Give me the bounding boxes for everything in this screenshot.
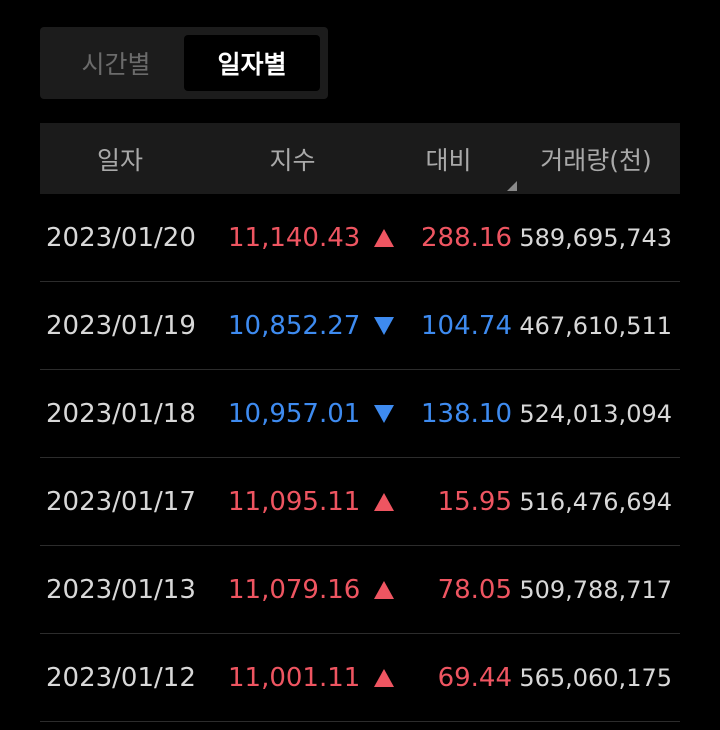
row-change: 288.16 — [421, 222, 512, 253]
row-change: 15.95 — [437, 486, 512, 517]
row-index-value: 11,095.11 — [228, 486, 361, 517]
row-volume: 589,695,743 — [519, 223, 672, 252]
row-date: 2023/01/17 — [46, 486, 196, 517]
row-volume: 467,610,511 — [519, 311, 672, 340]
row-change: 138.10 — [421, 398, 512, 429]
header-date[interactable]: 일자 — [40, 141, 200, 177]
table-header: 일자 지수 대비 거래량(천) — [40, 123, 680, 194]
row-volume: 516,476,694 — [519, 487, 672, 516]
sort-corner-icon[interactable] — [507, 181, 517, 191]
row-volume: 509,788,717 — [519, 575, 672, 604]
row-volume: 524,013,094 — [519, 399, 672, 428]
view-toggle: 시간별 일자별 — [40, 27, 328, 99]
table-row[interactable]: 2023/01/18 10,957.01 138.10 524,013,094 — [40, 370, 680, 458]
tab-hourly[interactable]: 시간별 — [48, 35, 184, 91]
row-index-value: 11,140.43 — [228, 222, 361, 253]
row-index-cell: 10,852.27 — [200, 310, 395, 341]
row-index-value: 10,852.27 — [228, 310, 361, 341]
row-date: 2023/01/13 — [46, 574, 196, 605]
index-table: 일자 지수 대비 거래량(천) 2023/01/20 11,140.43 288… — [40, 123, 680, 722]
tab-daily[interactable]: 일자별 — [184, 35, 320, 91]
row-index-value: 11,001.11 — [228, 662, 361, 693]
row-index-value: 10,957.01 — [228, 398, 361, 429]
row-index-cell: 11,095.11 — [200, 486, 395, 517]
row-change: 69.44 — [437, 662, 512, 693]
table-row[interactable]: 2023/01/12 11,001.11 69.44 565,060,175 — [40, 634, 680, 722]
row-date: 2023/01/19 — [46, 310, 196, 341]
header-index[interactable]: 지수 — [200, 141, 385, 177]
row-change: 78.05 — [437, 574, 512, 605]
table-row[interactable]: 2023/01/19 10,852.27 104.74 467,610,511 — [40, 282, 680, 370]
row-index-cell: 11,140.43 — [200, 222, 395, 253]
row-index-value: 11,079.16 — [228, 574, 361, 605]
row-change: 104.74 — [421, 310, 512, 341]
row-volume: 565,060,175 — [519, 663, 672, 692]
header-change[interactable]: 대비 — [385, 141, 512, 177]
table-row[interactable]: 2023/01/17 11,095.11 15.95 516,476,694 — [40, 458, 680, 546]
row-date: 2023/01/20 — [46, 222, 196, 253]
row-date: 2023/01/12 — [46, 662, 196, 693]
row-index-cell: 11,001.11 — [200, 662, 395, 693]
table-row[interactable]: 2023/01/20 11,140.43 288.16 589,695,743 — [40, 194, 680, 282]
row-date: 2023/01/18 — [46, 398, 196, 429]
table-row[interactable]: 2023/01/13 11,079.16 78.05 509,788,717 — [40, 546, 680, 634]
row-index-cell: 10,957.01 — [200, 398, 395, 429]
row-index-cell: 11,079.16 — [200, 574, 395, 605]
table-body: 2023/01/20 11,140.43 288.16 589,695,743 … — [40, 194, 680, 722]
header-volume[interactable]: 거래량(천) — [512, 141, 680, 177]
